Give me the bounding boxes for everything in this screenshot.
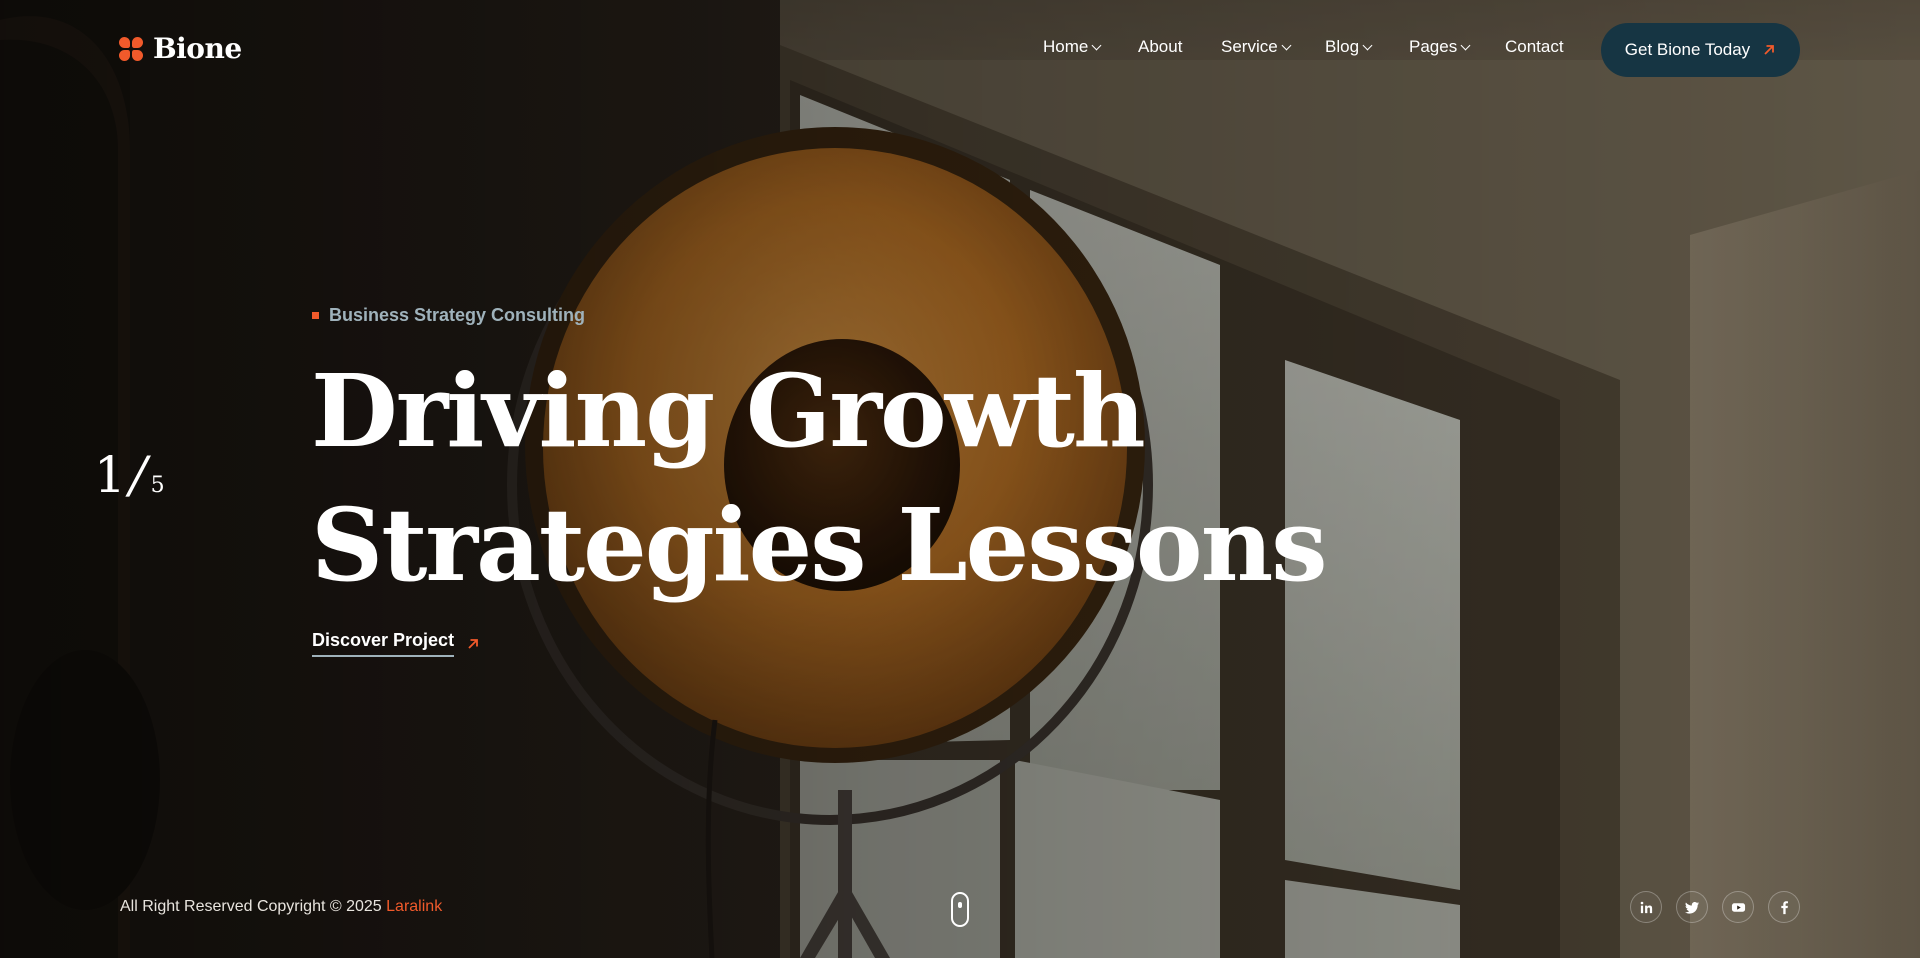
- slide-current: 1: [94, 446, 126, 504]
- brand-logo[interactable]: Bione: [119, 32, 242, 65]
- linkedin-icon[interactable]: [1630, 891, 1662, 923]
- nav-item-contact[interactable]: Contact: [1505, 37, 1564, 57]
- hero-section: Bione Home About Service Blog Pages Cont…: [0, 0, 1920, 958]
- nav-item-home[interactable]: Home: [1043, 37, 1102, 57]
- nav-item-blog[interactable]: Blog: [1325, 37, 1373, 57]
- nav-item-label: Blog: [1325, 37, 1360, 56]
- nav-item-label: Service: [1221, 37, 1278, 56]
- nav-item-label: Home: [1043, 37, 1089, 56]
- facebook-icon[interactable]: [1768, 891, 1800, 923]
- discover-project-link[interactable]: Discover Project: [312, 630, 480, 657]
- cta-label: Get Bione Today: [1624, 40, 1751, 59]
- nav-item-label: Contact: [1505, 37, 1564, 56]
- youtube-icon[interactable]: [1722, 891, 1754, 923]
- site-header: Bione Home About Service Blog Pages Cont…: [0, 0, 1920, 100]
- logo-flower-icon: [119, 36, 143, 61]
- slide-separator: /: [123, 446, 153, 504]
- arrow-up-right-icon: [466, 637, 480, 651]
- nav-item-pages[interactable]: Pages: [1409, 37, 1471, 57]
- chevron-down-icon: [1281, 40, 1292, 50]
- hero-title-line-1: Driving Growth: [311, 352, 1146, 470]
- scroll-down-mouse-icon[interactable]: [951, 892, 969, 927]
- slide-counter: 1 / 5: [94, 446, 165, 504]
- copyright-prefix: All Right Reserved Copyright © 2025: [120, 898, 382, 915]
- nav-item-service[interactable]: Service: [1221, 37, 1292, 57]
- brand-name: Bione: [153, 32, 242, 65]
- discover-project-label: Discover Project: [312, 630, 455, 657]
- slide-total: 5: [150, 473, 165, 498]
- square-bullet-icon: [312, 312, 319, 319]
- eyebrow-text: Business Strategy Consulting: [329, 305, 586, 325]
- hero-title: Driving Growth Strategies Lessons: [311, 344, 1328, 612]
- chevron-down-icon: [1091, 40, 1102, 50]
- chevron-down-icon: [1362, 40, 1373, 50]
- copyright-brand-link[interactable]: Laralink: [386, 898, 442, 915]
- nav-item-about[interactable]: About: [1138, 37, 1182, 57]
- copyright-text: All Right Reserved Copyright © 2025 Lara…: [120, 898, 442, 916]
- get-bione-today-button[interactable]: Get Bione Today: [1601, 23, 1800, 77]
- twitter-icon[interactable]: [1676, 891, 1708, 923]
- hero-title-line-2: Strategies Lessons: [311, 486, 1328, 604]
- chevron-down-icon: [1460, 40, 1471, 50]
- nav-item-label: About: [1138, 37, 1183, 56]
- hero-eyebrow: Business Strategy Consulting: [312, 305, 585, 326]
- nav-item-label: Pages: [1409, 37, 1458, 56]
- arrow-up-right-icon: [1762, 43, 1776, 57]
